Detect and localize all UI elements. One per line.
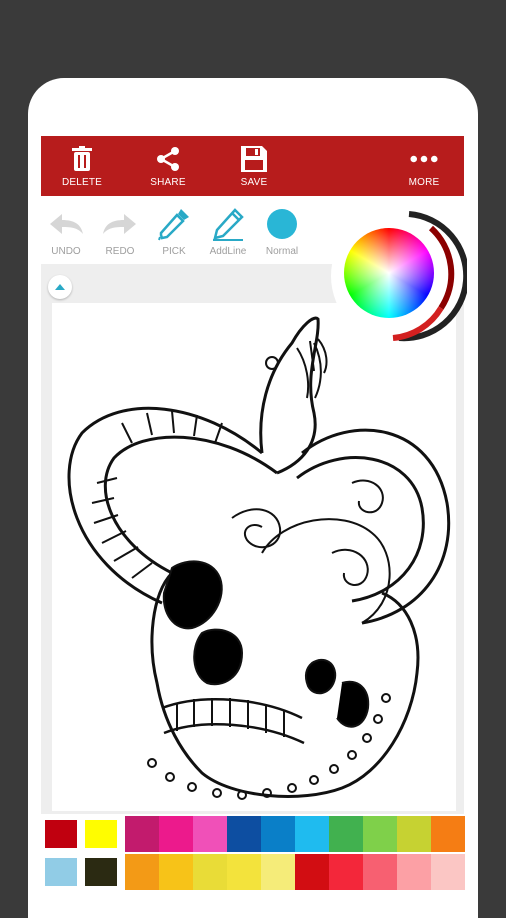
- redo-arrow-icon: [100, 204, 140, 244]
- trash-icon: [68, 145, 96, 173]
- redo-label: REDO: [105, 246, 135, 257]
- delete-label: DELETE: [61, 176, 103, 188]
- palette-swatch[interactable]: [363, 816, 397, 852]
- palette-swatch[interactable]: [261, 816, 295, 852]
- pick-label: PICK: [162, 246, 186, 257]
- palette-swatch[interactable]: [397, 854, 431, 890]
- palette-swatch[interactable]: [227, 854, 261, 890]
- share-label: SHARE: [150, 176, 186, 188]
- palette-swatch[interactable]: [329, 816, 363, 852]
- palette-swatch[interactable]: [431, 854, 465, 890]
- pencil-icon: [208, 204, 248, 244]
- palette-swatch[interactable]: [159, 816, 193, 852]
- palette-swatch[interactable]: [295, 816, 329, 852]
- palette-swatch[interactable]: [125, 816, 159, 852]
- color-palette: [41, 816, 465, 890]
- palette-swatch[interactable]: [193, 854, 227, 890]
- pick-color-button[interactable]: PICK: [150, 204, 198, 257]
- palette-swatch[interactable]: [159, 854, 193, 890]
- coloring-artboard[interactable]: [52, 303, 456, 811]
- more-button[interactable]: MORE: [401, 136, 447, 196]
- addline-label: AddLine: [209, 246, 247, 257]
- undo-label: UNDO: [51, 246, 81, 257]
- eyedropper-icon: [154, 204, 194, 244]
- collapse-toolbar-button[interactable]: [48, 275, 72, 299]
- palette-swatch[interactable]: [431, 816, 465, 852]
- undo-arrow-icon: [46, 204, 86, 244]
- share-button[interactable]: SHARE: [145, 136, 191, 196]
- palette-swatch[interactable]: [45, 858, 77, 886]
- palette-swatch[interactable]: [125, 854, 159, 890]
- palette-swatch[interactable]: [193, 816, 227, 852]
- tool-row: UNDO REDO PICK AddLine Normal: [41, 198, 311, 264]
- palette-swatch[interactable]: [85, 820, 117, 848]
- snake-skull-artwork[interactable]: [52, 303, 456, 811]
- palette-swatch[interactable]: [397, 816, 431, 852]
- more-label: MORE: [408, 176, 440, 188]
- save-label: SAVE: [240, 176, 268, 188]
- palette-swatch[interactable]: [329, 854, 363, 890]
- share-icon: [154, 145, 182, 173]
- palette-swatch[interactable]: [363, 854, 397, 890]
- more-dots-icon: [410, 145, 438, 173]
- brush-mode-button[interactable]: Normal: [258, 204, 306, 257]
- palette-swatch[interactable]: [261, 854, 295, 890]
- top-toolbar: DELETE SHARE SAVE MORE: [41, 136, 464, 196]
- chevron-up-icon: [55, 284, 65, 290]
- brush-circle-icon: [262, 204, 302, 244]
- color-wheel[interactable]: [344, 228, 434, 318]
- save-button[interactable]: SAVE: [231, 136, 277, 196]
- undo-button[interactable]: UNDO: [42, 204, 90, 257]
- add-line-button[interactable]: AddLine: [204, 204, 252, 257]
- palette-swatch[interactable]: [295, 854, 329, 890]
- palette-swatch[interactable]: [227, 816, 261, 852]
- delete-button[interactable]: DELETE: [59, 136, 105, 196]
- redo-button[interactable]: REDO: [96, 204, 144, 257]
- palette-swatch[interactable]: [45, 820, 77, 848]
- floppy-icon: [240, 145, 268, 173]
- normal-label: Normal: [265, 246, 299, 257]
- palette-swatch[interactable]: [85, 858, 117, 886]
